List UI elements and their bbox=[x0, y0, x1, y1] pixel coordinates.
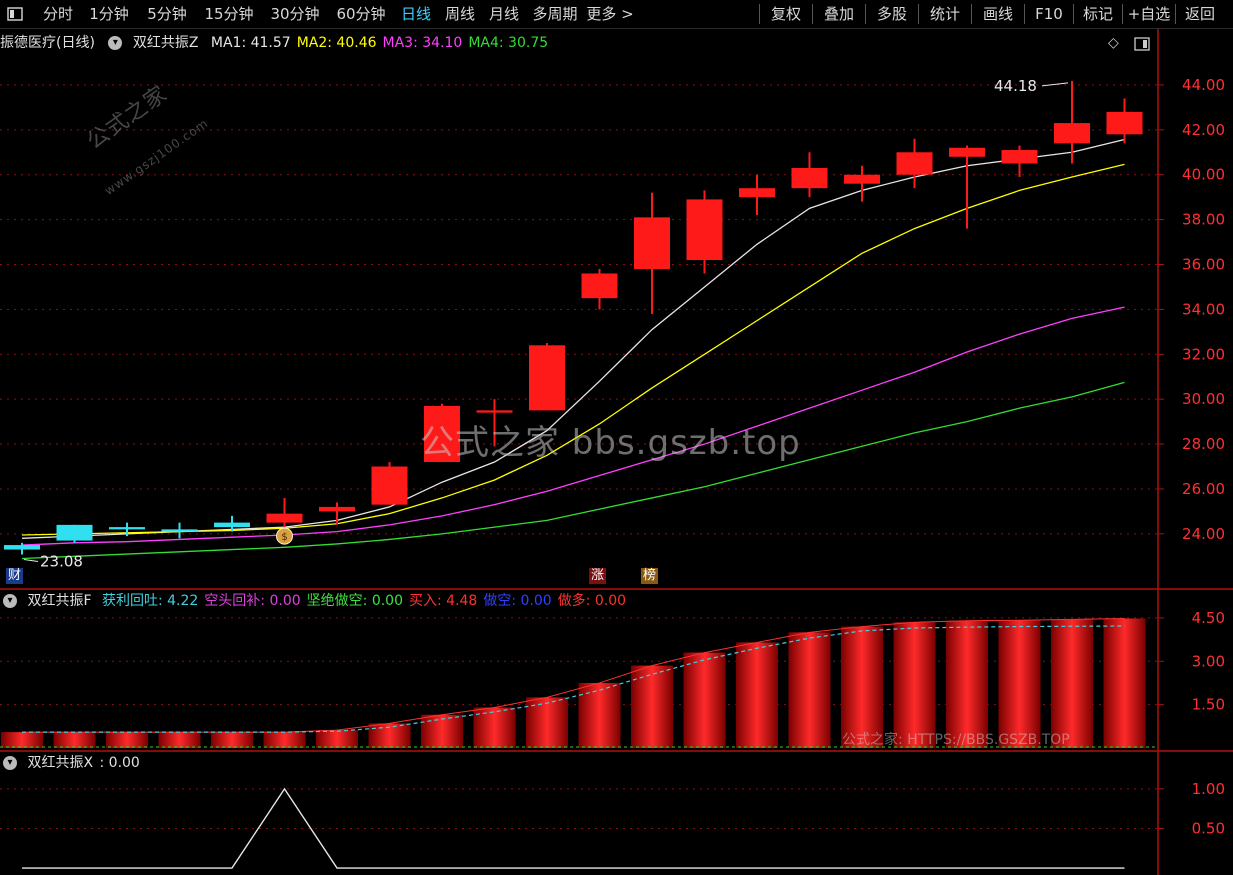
candle-body bbox=[4, 545, 40, 550]
ma-line-ma4 bbox=[21, 381, 1125, 560]
y-tick-label: 1.00 bbox=[1192, 780, 1225, 798]
main-pane-title: 振德医疗(日线) ▾ 双红共振Z MA1: 41.57 MA2: 40.46 MA3… bbox=[0, 33, 560, 53]
candle-body bbox=[266, 513, 303, 523]
buy-bar bbox=[578, 682, 621, 748]
low-price-label: 23.08 bbox=[40, 552, 83, 570]
ma-label-1: MA1: 41.57 bbox=[210, 35, 291, 51]
ma-label-2: MA2: 40.46 bbox=[296, 35, 377, 51]
high-arrow bbox=[1041, 82, 1069, 87]
candle-body bbox=[581, 273, 618, 299]
sub1-label-5: 做多: 0.00 bbox=[557, 593, 627, 609]
y-tick-label: 28.00 bbox=[1182, 435, 1225, 453]
sub1-label-1: 空头回补: 0.00 bbox=[204, 593, 301, 609]
bang-badge[interactable]: 榜 bbox=[641, 568, 659, 584]
y-tick-label: 36.00 bbox=[1182, 255, 1225, 273]
chevron-down-icon[interactable]: ▾ bbox=[108, 36, 123, 50]
candle-body bbox=[56, 524, 93, 541]
buy-bar bbox=[421, 714, 463, 748]
y-tick-label: 32.00 bbox=[1182, 345, 1225, 363]
buy-bar bbox=[211, 732, 253, 748]
buy-bar bbox=[631, 665, 673, 748]
buy-bar bbox=[158, 732, 201, 748]
candle-body bbox=[371, 466, 408, 505]
sub2-value-label: : 0.00 bbox=[99, 755, 140, 771]
indicator-name[interactable]: 双红共振Z bbox=[133, 35, 199, 51]
y-tick-label: 38.00 bbox=[1182, 211, 1225, 229]
y-tick-label: 24.00 bbox=[1182, 525, 1225, 543]
candle-body bbox=[634, 217, 670, 269]
low-arrow bbox=[23, 558, 39, 562]
buy-bar bbox=[788, 632, 831, 748]
y-tick-label: 34.00 bbox=[1182, 300, 1225, 318]
sub1-label-3: 买入: 4.48 bbox=[409, 593, 478, 609]
y-tick-label: 40.00 bbox=[1182, 166, 1225, 184]
candle-body bbox=[319, 506, 355, 512]
y-tick-label: 1.50 bbox=[1192, 696, 1225, 714]
sub1-indicator-name[interactable]: 双红共振F bbox=[27, 593, 91, 609]
sub1-watermark: 公式之家: HTTPS://BBS.GSZB.TOP bbox=[842, 732, 1070, 748]
y-tick-label: 26.00 bbox=[1182, 480, 1225, 498]
money-bag-icon-glyph: $ bbox=[281, 532, 287, 543]
candle-body bbox=[949, 147, 985, 157]
buy-bar bbox=[106, 732, 148, 748]
ma-line-ma1 bbox=[21, 138, 1125, 539]
buy-bar bbox=[263, 732, 306, 748]
sub2-indicator-name[interactable]: 双红共振X bbox=[27, 755, 93, 771]
candle-body bbox=[1001, 150, 1038, 164]
diamond-icon[interactable]: ◇ bbox=[1108, 35, 1119, 51]
sub1-label-2: 坚绝做空: 0.00 bbox=[306, 593, 403, 609]
candle-body bbox=[791, 167, 828, 189]
ma-label-3: MA3: 34.10 bbox=[382, 35, 463, 51]
candle-body bbox=[476, 410, 513, 413]
zhang-badge[interactable]: 涨 bbox=[589, 568, 607, 584]
buy-bar bbox=[1103, 618, 1146, 748]
y-tick-label: 44.00 bbox=[1182, 76, 1225, 94]
candle-body bbox=[896, 152, 933, 175]
y-tick-label: 42.00 bbox=[1182, 121, 1225, 139]
y-tick-label: 3.00 bbox=[1192, 652, 1225, 670]
candle-body bbox=[109, 527, 145, 530]
expand-icon[interactable] bbox=[1134, 36, 1150, 55]
sub2-pane-title: ▾ 双红共振X : 0.00 bbox=[0, 753, 146, 773]
candle-body bbox=[844, 174, 880, 184]
buy-bar bbox=[316, 730, 358, 748]
candle-body bbox=[686, 199, 723, 261]
candle-body bbox=[214, 522, 250, 528]
y-tick-label: 4.50 bbox=[1192, 609, 1225, 627]
candle-body bbox=[161, 529, 198, 532]
buy-bar bbox=[1, 732, 43, 748]
stock-title: 振德医疗(日线) bbox=[0, 35, 95, 51]
candle-body bbox=[529, 345, 565, 411]
candle-body bbox=[739, 188, 775, 198]
y-tick-label: 30.00 bbox=[1182, 390, 1225, 408]
sub1-pane-title: ▾ 双红共振F 获利回吐: 4.22 空头回补: 0.00 坚绝做空: 0.00 买入… bbox=[0, 591, 638, 611]
buy-bar bbox=[526, 697, 568, 748]
chevron-down-icon[interactable]: ▾ bbox=[3, 756, 17, 770]
sub1-label-0: 获利回吐: 4.22 bbox=[101, 593, 199, 609]
buy-bar bbox=[736, 642, 778, 748]
candle-body bbox=[1106, 111, 1143, 135]
y-tick-label: 0.50 bbox=[1192, 819, 1225, 837]
candle-body bbox=[1054, 123, 1090, 144]
center-watermark: 公式之家 bbs.gszb.top bbox=[420, 423, 801, 463]
buy-bar bbox=[683, 652, 726, 748]
chevron-down-icon[interactable]: ▾ bbox=[3, 594, 17, 608]
high-price-label: 44.18 bbox=[994, 77, 1037, 95]
sub1-label-4: 做空: 0.00 bbox=[483, 593, 552, 609]
buy-bar bbox=[53, 732, 96, 748]
cai-badge[interactable]: 财 bbox=[6, 568, 24, 584]
ma-label-4: MA4: 30.75 bbox=[468, 35, 549, 51]
